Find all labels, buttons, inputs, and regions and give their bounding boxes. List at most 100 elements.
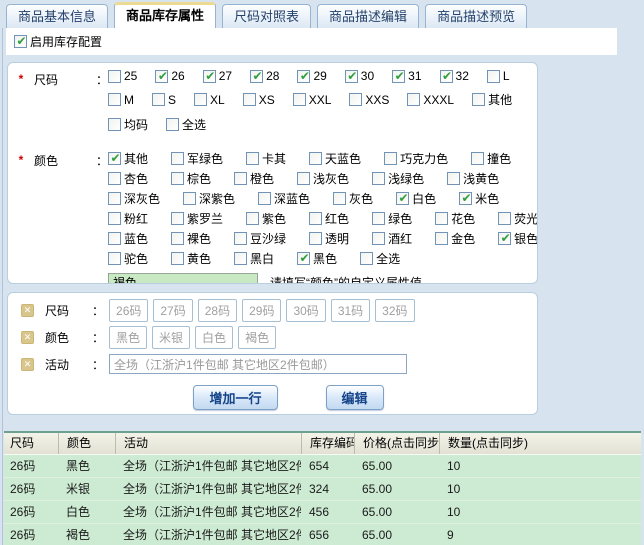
checkbox-option[interactable]: 其他 xyxy=(472,91,512,108)
checkbox-option[interactable]: 蓝色 xyxy=(108,230,148,247)
checkbox-option[interactable]: 粉红 xyxy=(108,210,148,227)
checkbox-option[interactable]: 金色 xyxy=(435,230,475,247)
checkbox-icon xyxy=(435,212,448,225)
table-cell: 65.00 xyxy=(354,501,439,523)
option-line: 驼色 黄色 黑白 黑色 全选 xyxy=(108,250,537,267)
checkbox-option[interactable]: XXS xyxy=(349,91,389,108)
checkbox-option[interactable]: 浅绿色 xyxy=(372,170,424,187)
checkbox-option[interactable]: 30 xyxy=(345,69,374,83)
table-cell: 26码 xyxy=(4,478,58,500)
checkbox-option[interactable]: 天蓝色 xyxy=(309,150,361,167)
checkbox-option[interactable]: 白色 xyxy=(396,190,436,207)
selection-row: ✕颜色：黑色米银白色褐色 xyxy=(8,325,537,349)
checkbox-option[interactable]: 浅灰色 xyxy=(297,170,349,187)
size-label-text: 尺码 xyxy=(34,71,58,88)
delete-icon[interactable]: ✕ xyxy=(21,304,34,317)
checkbox-checked-icon xyxy=(155,70,168,83)
checkbox-checked-icon xyxy=(440,70,453,83)
delete-icon[interactable]: ✕ xyxy=(21,331,34,344)
checkbox-option[interactable]: 25 xyxy=(108,69,137,83)
checkbox-option[interactable]: 32 xyxy=(440,69,469,83)
checkbox-option[interactable]: XXXL xyxy=(407,91,454,108)
checkbox-label: 浅灰色 xyxy=(313,170,349,187)
checkbox-label: 银色 xyxy=(514,230,538,247)
checkbox-option[interactable]: 28 xyxy=(250,69,279,83)
checkbox-option[interactable]: 全选 xyxy=(166,116,206,133)
checkbox-option[interactable]: L xyxy=(487,69,510,83)
checkbox-option[interactable]: 黑白 xyxy=(234,250,274,267)
checkbox-option[interactable]: XS xyxy=(243,91,275,108)
checkbox-option[interactable]: 26 xyxy=(155,69,184,83)
table-cell: 65.00 xyxy=(354,524,439,545)
table-row[interactable]: 26码白色全场（江浙沪1件包邮 其它地区2件包邮...45665.0010 xyxy=(4,501,641,524)
checkbox-option[interactable]: 深紫色 xyxy=(183,190,235,207)
enable-inventory-checkbox[interactable]: 启用库存配置 xyxy=(14,33,102,50)
checkbox-icon xyxy=(471,152,484,165)
checkbox-icon xyxy=(171,252,184,265)
checkbox-option[interactable]: 深蓝色 xyxy=(258,190,310,207)
checkbox-option[interactable]: 荧光 xyxy=(498,210,538,227)
checkbox-label: 粉红 xyxy=(124,210,148,227)
column-header-sync[interactable]: 价格(点击同步) xyxy=(354,433,439,454)
checkbox-icon xyxy=(258,192,271,205)
checkbox-checked-icon xyxy=(396,192,409,205)
checkbox-option[interactable]: 银色 xyxy=(498,230,538,247)
checkbox-option[interactable]: 27 xyxy=(203,69,232,83)
table-row[interactable]: 26码褐色全场（江浙沪1件包邮 其它地区2件包邮...65665.009 xyxy=(4,524,641,545)
checkbox-option[interactable]: 紫罗兰 xyxy=(171,210,223,227)
checkbox-option[interactable]: 驼色 xyxy=(108,250,148,267)
column-header-sync[interactable]: 数量(点击同步) xyxy=(439,433,641,454)
checkbox-option[interactable]: 裸色 xyxy=(171,230,211,247)
checkbox-icon xyxy=(166,118,179,131)
tab-2[interactable]: 尺码对照表 xyxy=(222,4,311,28)
checkbox-option[interactable]: 黑色 xyxy=(297,250,337,267)
checkbox-option[interactable]: 棕色 xyxy=(171,170,211,187)
checkbox-option[interactable]: 酒红 xyxy=(372,230,412,247)
checkbox-option[interactable]: 31 xyxy=(392,69,421,83)
checkbox-option[interactable]: 黄色 xyxy=(171,250,211,267)
custom-color-row: 请填写“颜色”的自定义属性值 xyxy=(108,273,537,284)
checkbox-label: 豆沙绿 xyxy=(250,230,286,247)
checkbox-icon xyxy=(309,152,322,165)
checkbox-option[interactable]: 其他 xyxy=(108,150,148,167)
checkbox-checked-icon xyxy=(459,192,472,205)
table-row[interactable]: 26码米银全场（江浙沪1件包邮 其它地区2件包邮...32465.0010 xyxy=(4,478,641,501)
selected-value-tag: 31码 xyxy=(331,299,370,322)
tab-1[interactable]: 商品库存属性 xyxy=(114,2,216,28)
tab-4[interactable]: 商品描述预览 xyxy=(425,4,527,28)
attributes-panel: * 尺码 ： 2526272829303132LMSXLXSXXLXXSXXXL… xyxy=(7,62,538,284)
table-row[interactable]: 26码黑色全场（江浙沪1件包邮 其它地区2件包邮...65465.0010 xyxy=(4,455,641,478)
checkbox-option[interactable]: 29 xyxy=(297,69,326,83)
tab-0[interactable]: 商品基本信息 xyxy=(6,4,108,28)
checkbox-option[interactable]: 花色 xyxy=(435,210,475,227)
checkbox-option[interactable]: M xyxy=(108,91,134,108)
checkbox-option[interactable]: 豆沙绿 xyxy=(234,230,286,247)
checkbox-option[interactable]: 透明 xyxy=(309,230,349,247)
checkbox-option[interactable]: 均码 xyxy=(108,116,148,133)
checkbox-option[interactable]: S xyxy=(152,91,176,108)
checkbox-option[interactable]: 米色 xyxy=(459,190,499,207)
checkbox-option[interactable]: 撞色 xyxy=(471,150,511,167)
checkbox-option[interactable]: 军绿色 xyxy=(171,150,223,167)
selection-row-label: 颜色 xyxy=(45,329,92,346)
add-row-button[interactable]: 增加一行 xyxy=(193,385,277,410)
tab-3[interactable]: 商品描述编辑 xyxy=(317,4,419,28)
checkbox-option[interactable]: 灰色 xyxy=(333,190,373,207)
custom-color-input[interactable] xyxy=(108,273,258,284)
checkbox-option[interactable]: 橙色 xyxy=(234,170,274,187)
delete-icon[interactable]: ✕ xyxy=(21,358,34,371)
checkbox-option[interactable]: 浅黄色 xyxy=(447,170,499,187)
checkbox-icon xyxy=(171,172,184,185)
checkbox-option[interactable]: 卡其 xyxy=(246,150,286,167)
checkbox-option[interactable]: XL xyxy=(194,91,225,108)
checkbox-option[interactable]: 绿色 xyxy=(372,210,412,227)
checkbox-option[interactable]: 全选 xyxy=(360,250,400,267)
checkbox-option[interactable]: XXL xyxy=(293,91,332,108)
checkbox-option[interactable]: 红色 xyxy=(309,210,349,227)
edit-button[interactable]: 编辑 xyxy=(326,385,384,410)
checkbox-option[interactable]: 紫色 xyxy=(246,210,286,227)
activity-input[interactable] xyxy=(109,354,407,374)
checkbox-option[interactable]: 杏色 xyxy=(108,170,148,187)
checkbox-option[interactable]: 深灰色 xyxy=(108,190,160,207)
checkbox-option[interactable]: 巧克力色 xyxy=(384,150,448,167)
